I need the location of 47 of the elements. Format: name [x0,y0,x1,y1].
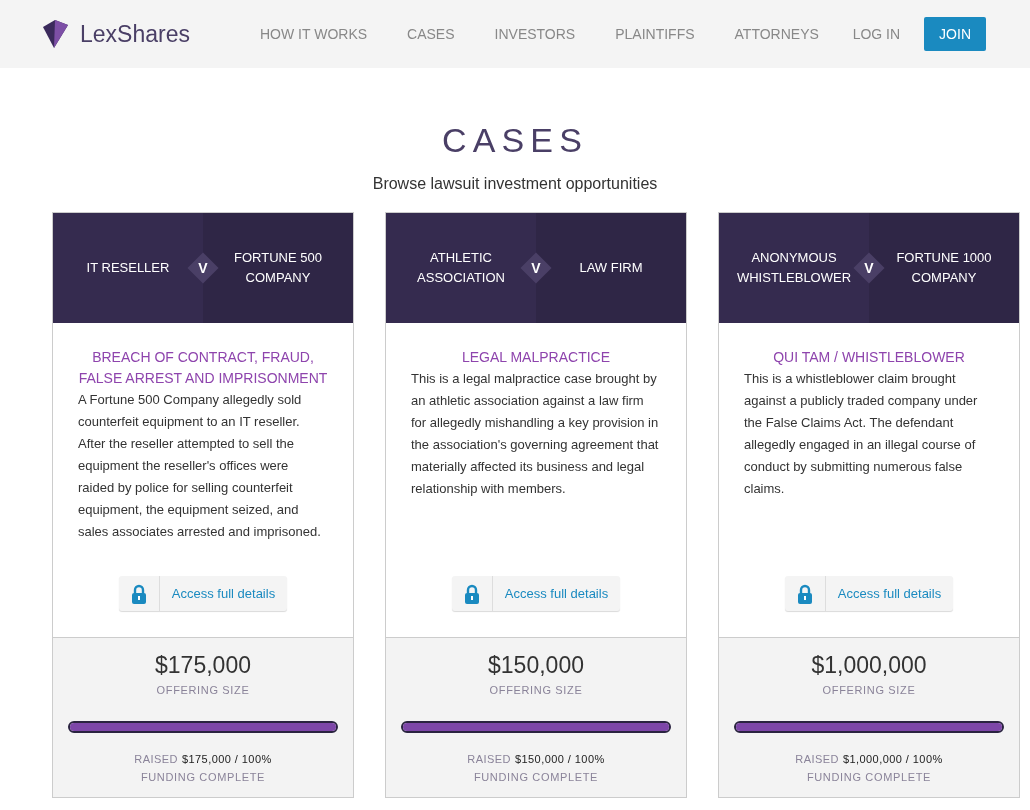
nav-link[interactable]: ATTORNEYS [734,23,819,45]
brand-name: LexShares [80,19,190,49]
funding-status: FUNDING COMPLETE [140,770,266,785]
raised-amount: $175,000 / 100% [181,751,272,767]
plaintiff-name: ATHLETIC ASSOCIATION [416,249,506,287]
defendant-name: FORTUNE 500 COMPANY [233,249,323,287]
nav-link[interactable]: INVESTORS [494,23,576,45]
funding-status: FUNDING COMPLETE [473,770,599,785]
nav-link[interactable]: HOW IT WORKS [260,23,368,45]
raised-amount: $150,000 / 100% [514,751,605,767]
diamond-logo-icon [40,19,70,49]
versus-label: V [864,258,874,278]
page-title: CASES [442,120,588,160]
case-description: This is a legal malpractice case brought by an athletic association against a law firm for allegedly mishandling a key provision in the association's governing agreement that materially affected its business and legal relationship with members. [411,370,660,498]
plaintiff-name: IT RESELLER [86,259,170,277]
access-details-button[interactable]: Access full details [118,576,288,611]
case-type: LEGAL MALPRACTICE [460,348,612,367]
access-details-button[interactable]: Access full details [784,576,954,611]
versus-label: V [198,258,208,278]
offering-amount: $150,000 [488,651,584,680]
raised-label: RAISED [134,751,178,767]
lock-icon [463,583,480,604]
nav-link[interactable]: PLAINTIFFS [615,23,695,45]
nav-link[interactable]: CASES [407,23,455,45]
case-type: QUI TAM / WHISTLEBLOWER [772,348,966,367]
defendant-name: LAW FIRM [579,259,643,277]
offering-amount: $175,000 [155,651,251,680]
join-button[interactable]: JOIN [924,17,986,51]
case-description: This is a whistleblower claim brought against a publicly traded company under the False Claims Act. The defendant allegedly engaged in an illegal course of conduct by submitting numerous false claims. [744,370,979,498]
raised-label: RAISED [795,751,839,767]
raised-label: RAISED [467,751,511,767]
funding-status: FUNDING COMPLETE [806,770,932,785]
offering-label: OFFERING SIZE [822,683,916,698]
lock-icon [796,583,813,604]
raised-amount: $1,000,000 / 100% [842,751,943,767]
lock-icon [130,583,147,604]
offering-amount: $1,000,000 [811,651,927,680]
login-link[interactable]: LOG IN [852,23,901,45]
versus-label: V [531,258,541,278]
offering-label: OFFERING SIZE [489,683,583,698]
plaintiff-name: ANONYMOUS WHISTLEBLOWER [735,249,853,287]
access-details-button[interactable]: Access full details [451,576,621,611]
case-description: A Fortune 500 Company allegedly sold counterfeit equipment to an IT reseller. After the reseller attempted to sell the equipment the reseller's offices were raided by police for selling counterfeit equipment, the equipment seized, and sales associates arrested and imprisoned. [78,391,322,541]
defendant-name: FORTUNE 1000 COMPANY [895,249,993,287]
case-type: BREACH OF CONTRACT, FRAUD, FALSE ARREST AND IMPRISONMENT [78,348,328,388]
page-subtitle: Browse lawsuit investment opportunities [372,174,658,194]
offering-label: OFFERING SIZE [156,683,250,698]
